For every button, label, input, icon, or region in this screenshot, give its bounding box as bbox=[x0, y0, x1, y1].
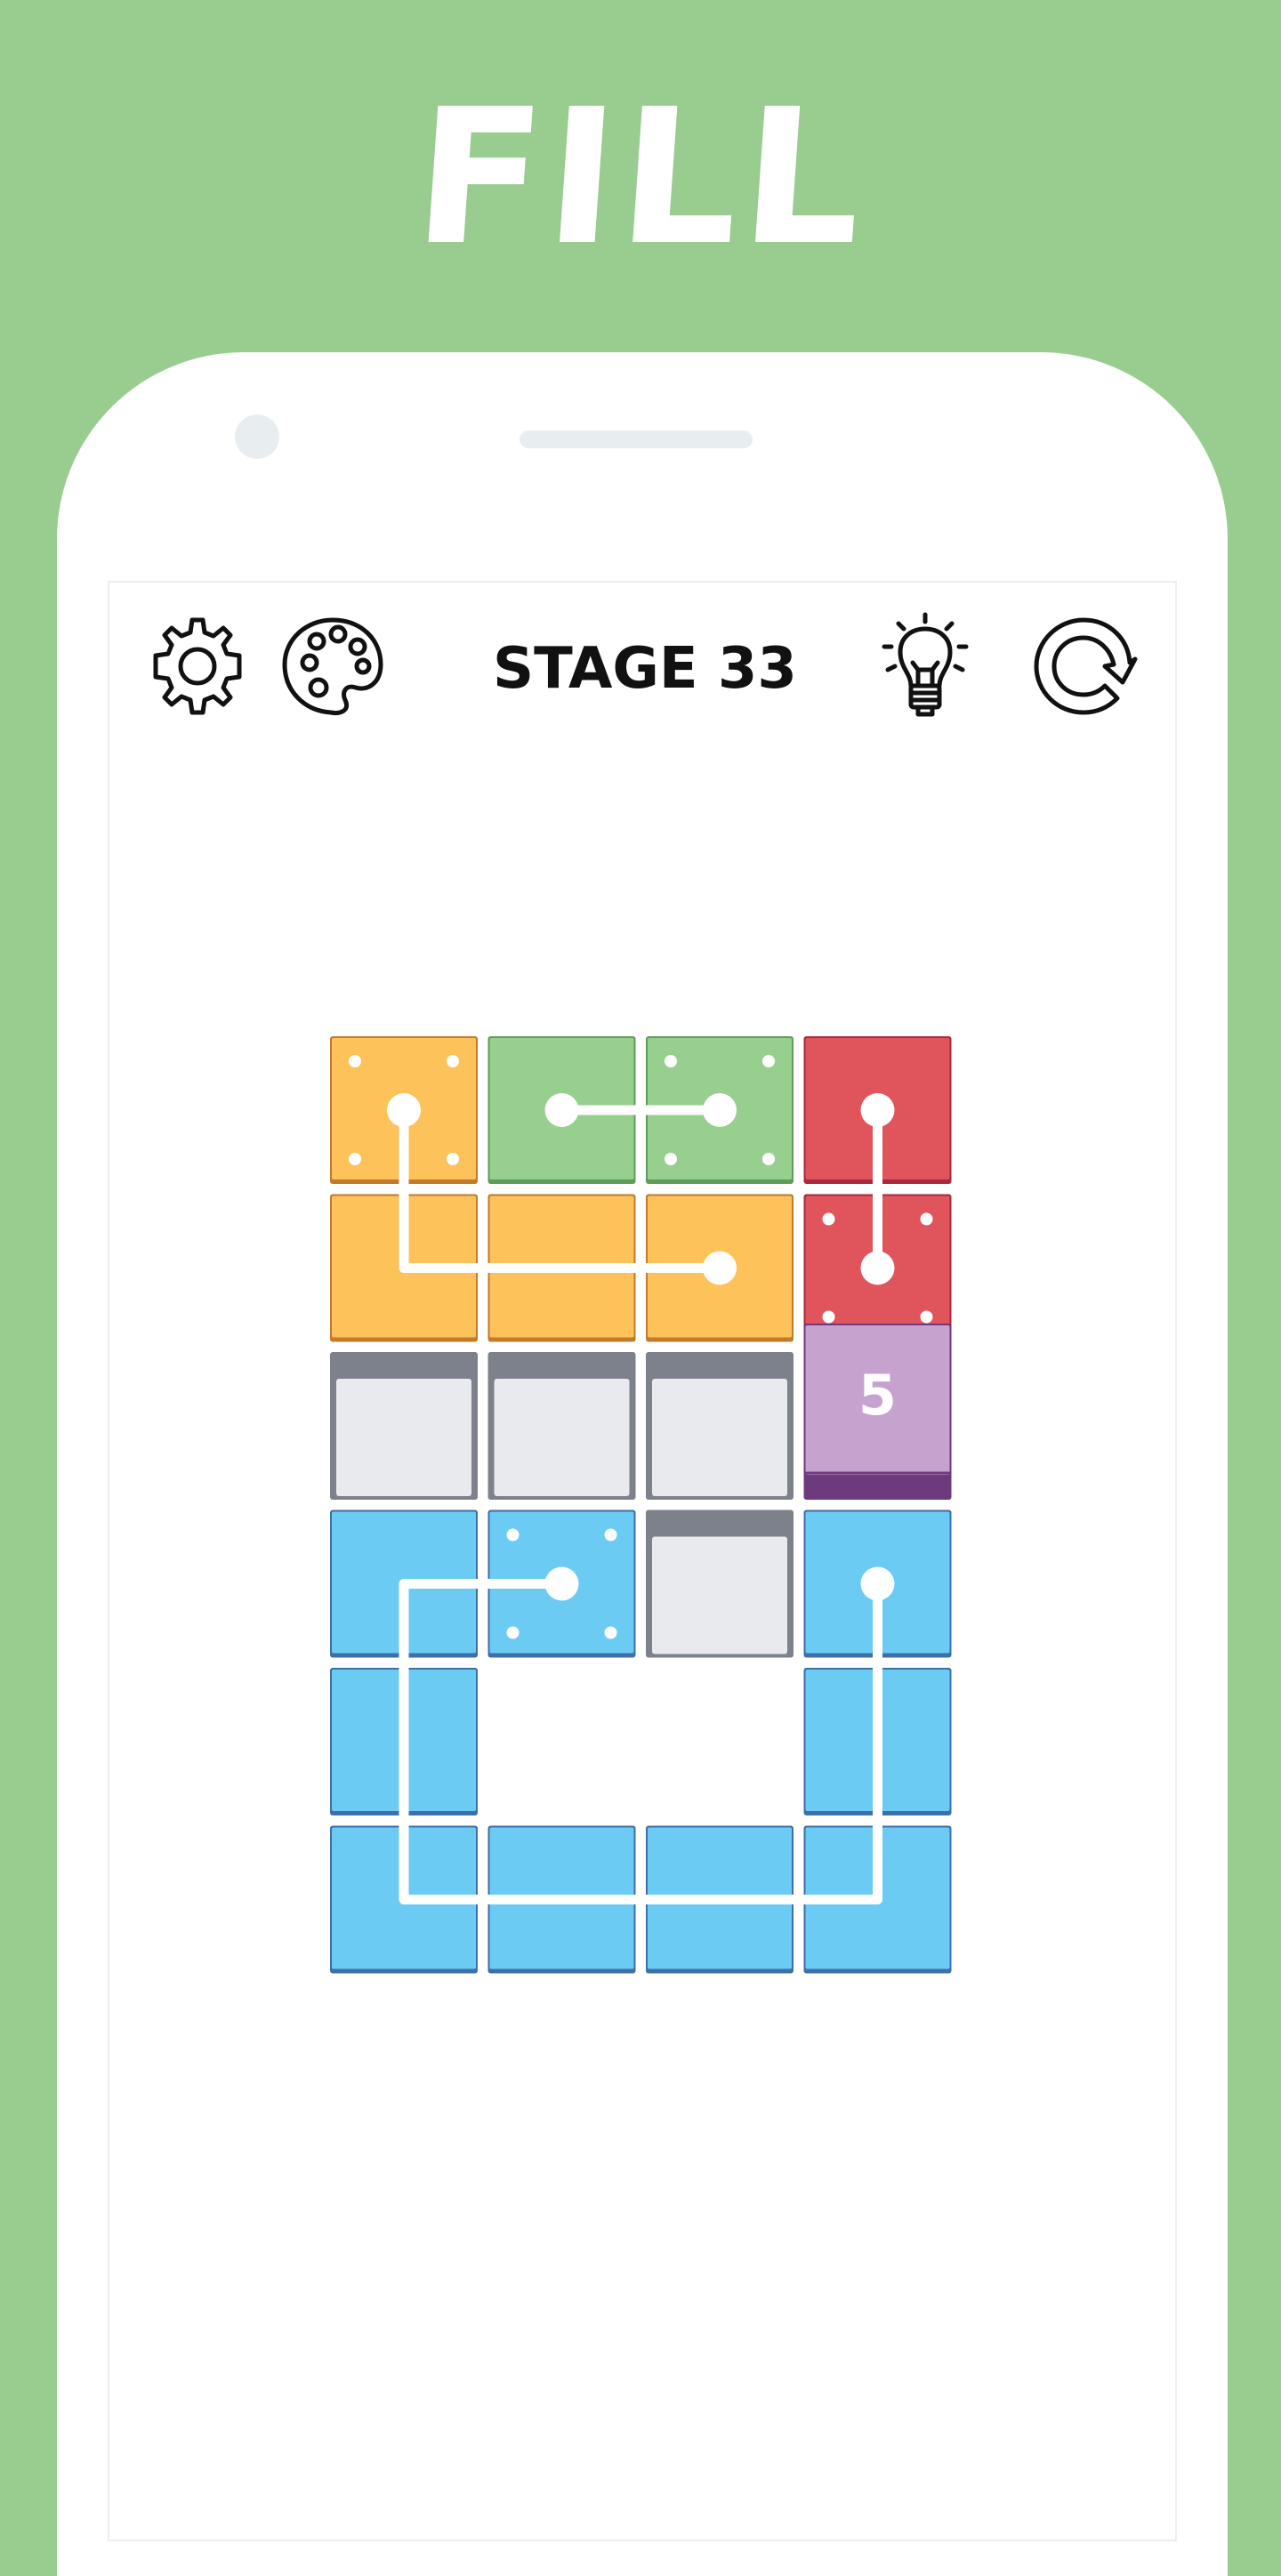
corner-dot bbox=[349, 1055, 361, 1067]
board-cell-5-0[interactable] bbox=[330, 1825, 478, 1974]
board-cell-2-1[interactable] bbox=[487, 1352, 636, 1500]
corner-dot bbox=[604, 1626, 617, 1639]
corner-dot bbox=[506, 1528, 520, 1542]
board-cell-3-0[interactable] bbox=[330, 1509, 478, 1658]
board-cell-2-2[interactable] bbox=[646, 1352, 794, 1500]
green-path-endpoint[interactable] bbox=[544, 1093, 579, 1127]
corner-dot bbox=[447, 1055, 459, 1067]
gear-icon bbox=[153, 617, 242, 715]
board-cell-4-0[interactable] bbox=[330, 1668, 478, 1815]
green-path-endpoint[interactable] bbox=[703, 1093, 737, 1127]
board-cell-4-3[interactable] bbox=[803, 1668, 952, 1815]
red-path-endpoint[interactable] bbox=[860, 1251, 895, 1285]
stage-label: STAGE 33 bbox=[493, 636, 797, 702]
board-cell-5-3[interactable] bbox=[803, 1825, 952, 1974]
corner-dot bbox=[762, 1153, 775, 1165]
corner-dot bbox=[762, 1055, 775, 1067]
board-cell-2-0[interactable] bbox=[330, 1352, 478, 1500]
board-cell-2-3[interactable]: 5 bbox=[803, 1324, 952, 1500]
corner-dot bbox=[920, 1212, 933, 1226]
blue-path-endpoint[interactable] bbox=[544, 1566, 579, 1601]
board-cell-5-1[interactable] bbox=[487, 1825, 636, 1974]
orange-path-endpoint[interactable] bbox=[703, 1251, 737, 1285]
corner-dot bbox=[822, 1212, 835, 1226]
move-counter: 5 bbox=[858, 1363, 897, 1428]
phone-camera bbox=[235, 415, 279, 459]
board-cell-5-2[interactable] bbox=[646, 1825, 794, 1974]
corner-dot bbox=[506, 1626, 520, 1639]
settings-button[interactable] bbox=[142, 611, 253, 721]
corner-dot bbox=[822, 1310, 835, 1324]
palette-icon bbox=[282, 617, 383, 715]
board-cell-1-1[interactable] bbox=[487, 1194, 636, 1342]
red-path-endpoint[interactable] bbox=[860, 1093, 895, 1127]
theme-button[interactable] bbox=[278, 611, 388, 721]
board-cell-1-0[interactable] bbox=[330, 1194, 478, 1342]
hint-button[interactable] bbox=[870, 611, 980, 721]
game-title: FILL bbox=[407, 68, 874, 286]
corner-dot bbox=[920, 1310, 933, 1324]
restart-icon bbox=[1034, 617, 1138, 715]
corner-dot bbox=[349, 1153, 361, 1165]
corner-dot bbox=[447, 1153, 459, 1165]
corner-dot bbox=[604, 1528, 617, 1542]
corner-dot bbox=[665, 1153, 677, 1165]
restart-button[interactable] bbox=[1029, 611, 1140, 721]
board-cell-3-2[interactable] bbox=[646, 1509, 794, 1658]
game-screen bbox=[108, 581, 1177, 2541]
corner-dot bbox=[665, 1055, 677, 1067]
orange-path-endpoint[interactable] bbox=[387, 1093, 421, 1127]
blue-path-endpoint[interactable] bbox=[860, 1566, 895, 1601]
phone-speaker bbox=[520, 431, 753, 448]
lightbulb-icon bbox=[882, 612, 969, 717]
